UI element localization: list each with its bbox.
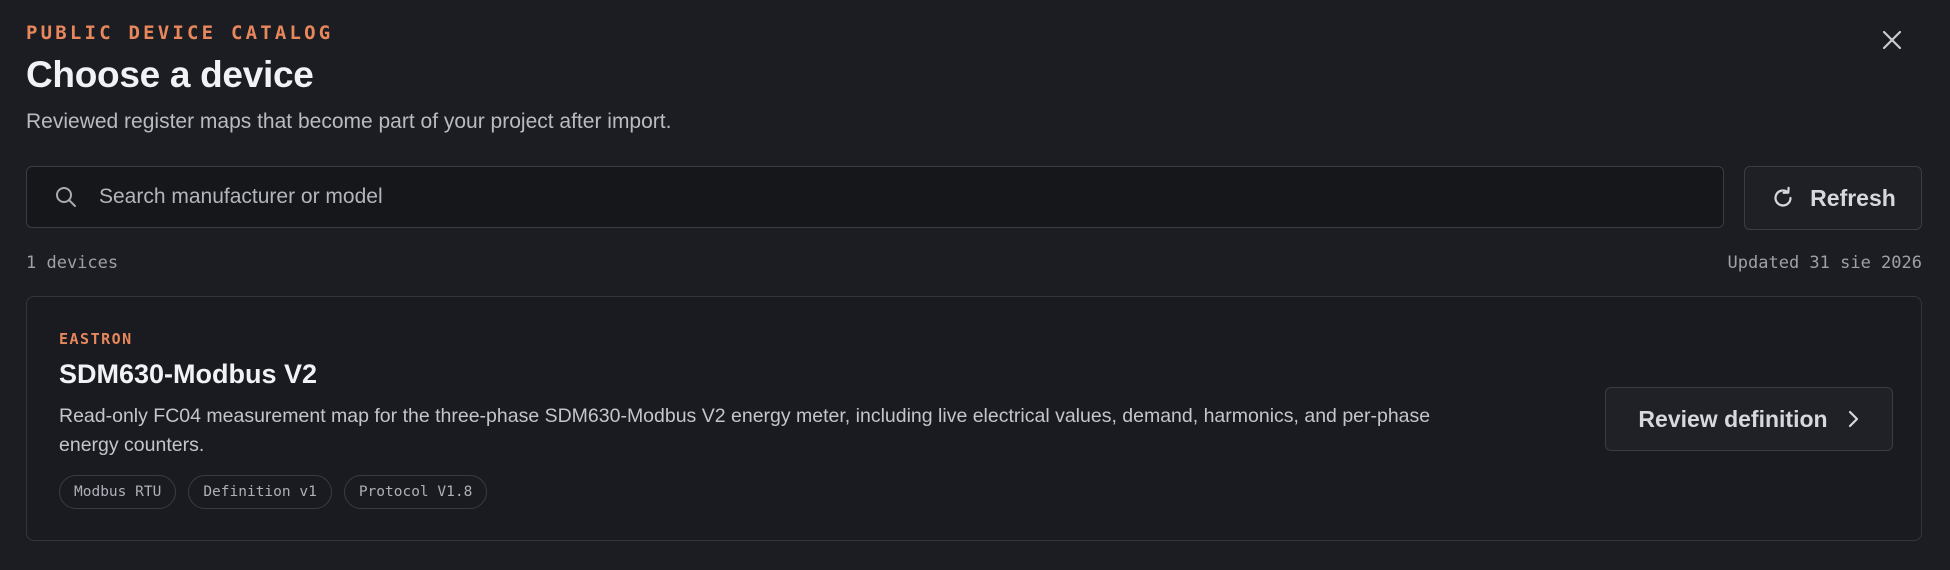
device-card: EASTRON SDM630-Modbus V2 Read-only FC04 … bbox=[26, 296, 1922, 541]
review-definition-label: Review definition bbox=[1638, 405, 1828, 432]
device-description: Read-only FC04 measurement map for the t… bbox=[59, 405, 1431, 456]
review-definition-button[interactable]: Review definition bbox=[1605, 387, 1893, 451]
refresh-label: Refresh bbox=[1810, 184, 1896, 211]
chevron-right-icon bbox=[1846, 409, 1860, 429]
tag-chip: Modbus RTU bbox=[59, 475, 177, 509]
updated-timestamp: Updated 31 sie 2026 bbox=[1727, 253, 1922, 273]
search-input[interactable] bbox=[97, 176, 1707, 218]
refresh-button[interactable]: Refresh bbox=[1744, 166, 1922, 230]
device-model: SDM630-Modbus V2 bbox=[59, 359, 318, 389]
dialog-subtitle: Reviewed register maps that become part … bbox=[26, 110, 672, 133]
close-button[interactable] bbox=[1874, 22, 1910, 58]
tag-chip: Definition v1 bbox=[188, 475, 332, 509]
device-manufacturer: EASTRON bbox=[59, 330, 133, 348]
close-icon bbox=[1881, 29, 1903, 51]
dialog-title: Choose a device bbox=[26, 54, 314, 95]
device-tags: Modbus RTU Definition v1 Protocol V1.8 bbox=[59, 475, 488, 509]
dialog-eyebrow: PUBLIC DEVICE CATALOG bbox=[26, 22, 334, 44]
refresh-icon bbox=[1770, 185, 1796, 211]
search-box bbox=[26, 166, 1724, 228]
device-count: 1 devices bbox=[26, 253, 119, 273]
tag-chip: Protocol V1.8 bbox=[343, 475, 488, 509]
search-icon bbox=[53, 184, 79, 210]
